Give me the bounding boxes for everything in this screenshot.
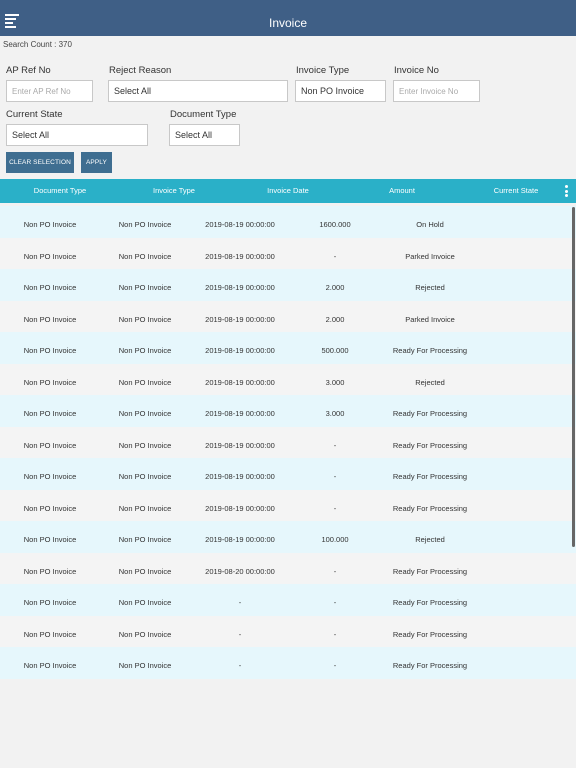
- app-header: Invoice: [0, 0, 576, 36]
- document-type-select[interactable]: Select All: [169, 124, 240, 146]
- column-header-current-state[interactable]: Current State: [466, 179, 566, 203]
- table-row[interactable]: Non PO Invoice Non PO Invoice - - Ready For …: [0, 615, 576, 647]
- cell-document-type: Non PO Invoice: [23, 661, 77, 670]
- table-header: Document Type Invoice Type Invoice Date …: [0, 179, 576, 203]
- reject-reason-select[interactable]: Select All: [108, 80, 288, 102]
- search-count: Search Count : 370: [3, 40, 72, 49]
- more-options-icon[interactable]: [565, 185, 569, 198]
- clear-selection-button[interactable]: CLEAR SELECTION: [6, 152, 74, 173]
- invoice-no-label: Invoice No: [394, 65, 439, 76]
- table-row[interactable]: Non PO Invoice Non PO Invoice - - Ready For …: [0, 584, 576, 616]
- invoice-table-body: Non PO Invoice Non PO Invoice 2019-08-19 0…: [0, 206, 576, 680]
- ap-ref-input[interactable]: [6, 80, 93, 102]
- table-row[interactable]: Non PO Invoice Non PO Invoice 2019-08-20 0…: [0, 552, 576, 584]
- cell-invoice-type: Non PO Invoice: [118, 661, 172, 670]
- invoice-no-input[interactable]: [393, 80, 480, 102]
- table-row[interactable]: Non PO Invoice Non PO Invoice 2019-08-19 0…: [0, 395, 576, 427]
- column-header-amount[interactable]: Amount: [352, 179, 452, 203]
- column-header-invoice-type[interactable]: Invoice Type: [124, 179, 224, 203]
- column-header-invoice-date[interactable]: Invoice Date: [238, 179, 338, 203]
- table-row[interactable]: Non PO Invoice Non PO Invoice 2019-08-19 0…: [0, 332, 576, 364]
- column-header-document-type[interactable]: Document Type: [10, 179, 110, 203]
- table-row[interactable]: Non PO Invoice Non PO Invoice 2019-08-19 0…: [0, 458, 576, 490]
- invoice-type-label: Invoice Type: [296, 65, 350, 76]
- table-row[interactable]: Non PO Invoice Non PO Invoice 2019-08-19 0…: [0, 269, 576, 301]
- cell-amount: -: [333, 661, 337, 670]
- page-title: Invoice: [268, 16, 308, 30]
- table-scrollbar[interactable]: [572, 207, 575, 547]
- ap-ref-label: AP Ref No: [6, 65, 51, 76]
- table-row[interactable]: Non PO Invoice Non PO Invoice 2019-08-19 0…: [0, 489, 576, 521]
- invoice-type-select[interactable]: Non PO Invoice: [295, 80, 386, 102]
- table-row[interactable]: Non PO Invoice Non PO Invoice - - Ready For …: [0, 647, 576, 679]
- current-state-select[interactable]: Select All: [6, 124, 148, 146]
- cell-invoice-date: -: [238, 661, 242, 670]
- current-state-label: Current State: [6, 109, 63, 120]
- table-row[interactable]: Non PO Invoice Non PO Invoice 2019-08-19 0…: [0, 363, 576, 395]
- apply-button[interactable]: APPLY: [81, 152, 112, 173]
- table-row[interactable]: Non PO Invoice Non PO Invoice 2019-08-19 0…: [0, 426, 576, 458]
- cell-current-state: Ready For Processing: [392, 661, 468, 670]
- table-row[interactable]: Non PO Invoice Non PO Invoice 2019-08-19 0…: [0, 237, 576, 269]
- table-row[interactable]: Non PO Invoice Non PO Invoice 2019-08-19 0…: [0, 206, 576, 238]
- document-type-label: Document Type: [170, 109, 237, 120]
- table-row[interactable]: Non PO Invoice Non PO Invoice 2019-08-19 0…: [0, 300, 576, 332]
- table-row[interactable]: Non PO Invoice Non PO Invoice 2019-08-19 0…: [0, 521, 576, 553]
- reject-reason-label: Reject Reason: [109, 65, 172, 76]
